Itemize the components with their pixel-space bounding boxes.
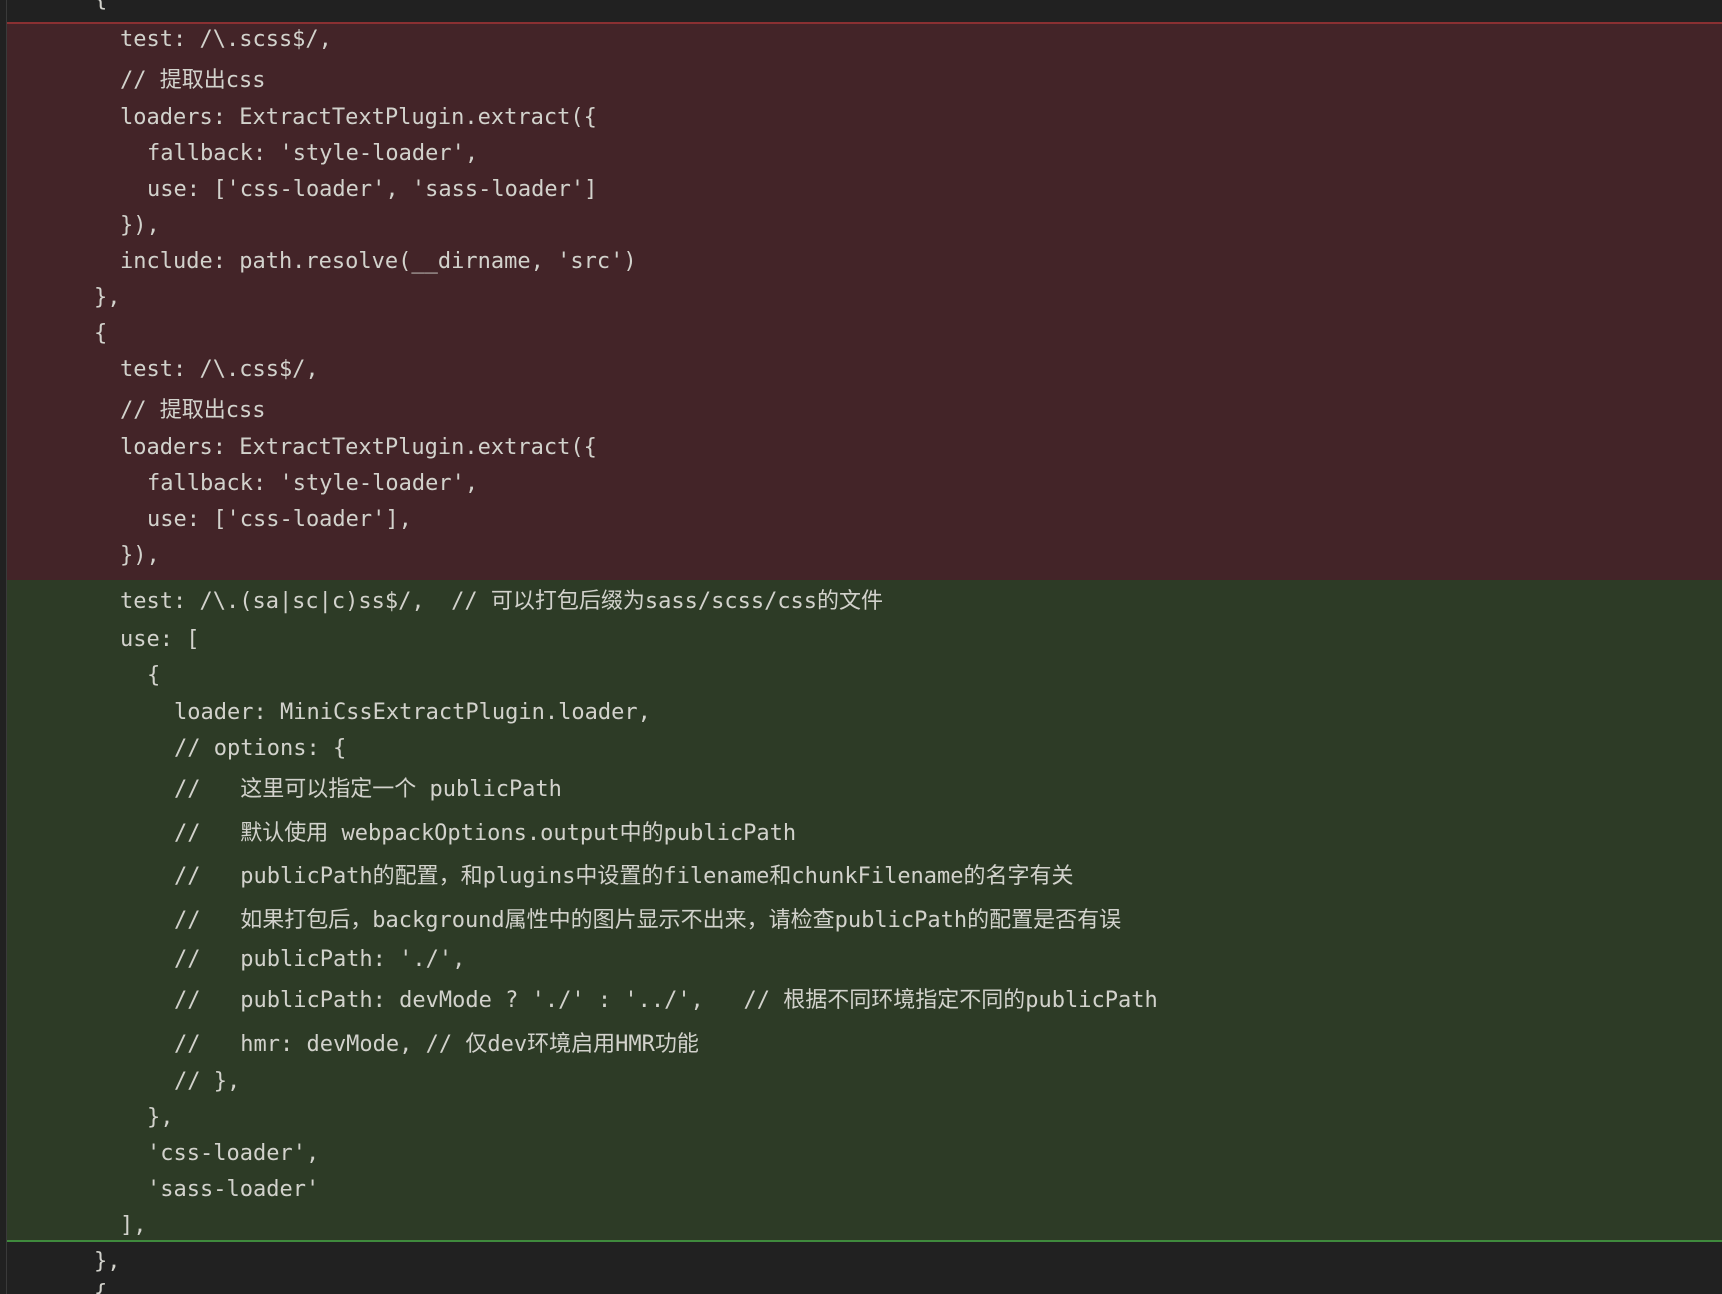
code-line: // 提取出css <box>120 68 266 93</box>
code-line: // options: { <box>174 736 347 761</box>
code-line: }, <box>94 1249 121 1274</box>
code-line: // 提取出css <box>120 398 266 423</box>
code-line: }, <box>147 1105 174 1130</box>
code-line: loader: MiniCssExtractPlugin.loader, <box>174 700 651 725</box>
code-line: loaders: ExtractTextPlugin.extract({ <box>120 435 597 460</box>
code-line: fallback: 'style-loader', <box>147 471 479 496</box>
code-line: // hmr: devMode, // 仅dev环境启用HMR功能 <box>174 1032 699 1057</box>
code-line: test: /\.scss$/, <box>120 27 332 52</box>
code-diff-editor[interactable]: { test: /\.scss$/, // 提取出css loaders: Extr… <box>0 0 1722 1294</box>
code-line: // }, <box>174 1069 241 1094</box>
code-line: // publicPath: './', <box>174 947 466 972</box>
code-line: loaders: ExtractTextPlugin.extract({ <box>120 105 597 130</box>
code-line: { <box>94 1281 108 1294</box>
code-line: { <box>94 0 107 14</box>
code-line: test: /\.css$/, <box>120 357 319 382</box>
code-line: }), <box>120 543 160 568</box>
code-line: fallback: 'style-loader', <box>147 141 479 166</box>
code-line: // 默认使用 webpackOptions.output中的publicPat… <box>174 821 797 846</box>
code-line: use: [ <box>120 627 200 652</box>
code-line: test: /\.(sa|sc|c)ss$/, // 可以打包后缀为sass/s… <box>120 589 884 614</box>
code-line: 'sass-loader' <box>147 1177 320 1202</box>
code-line: }, <box>94 285 121 310</box>
code-line: { <box>94 321 108 346</box>
code-line: }), <box>120 213 160 238</box>
code-line: // 如果打包后，background属性中的图片显示不出来，请检查public… <box>174 908 1122 933</box>
code-line: // 这里可以指定一个 publicPath <box>174 777 562 802</box>
code-line: // publicPath的配置，和plugins中设置的filename和ch… <box>174 864 1074 889</box>
code-line: { <box>147 663 161 688</box>
code-line: 'css-loader', <box>147 1141 320 1166</box>
code-line: // publicPath: devMode ? './' : '../', /… <box>174 988 1158 1013</box>
code-line: use: ['css-loader', 'sass-loader'] <box>147 177 598 202</box>
code-line: include: path.resolve(__dirname, 'src') <box>120 249 637 274</box>
code-line: ], <box>120 1213 147 1238</box>
code-line: use: ['css-loader'], <box>147 507 412 532</box>
